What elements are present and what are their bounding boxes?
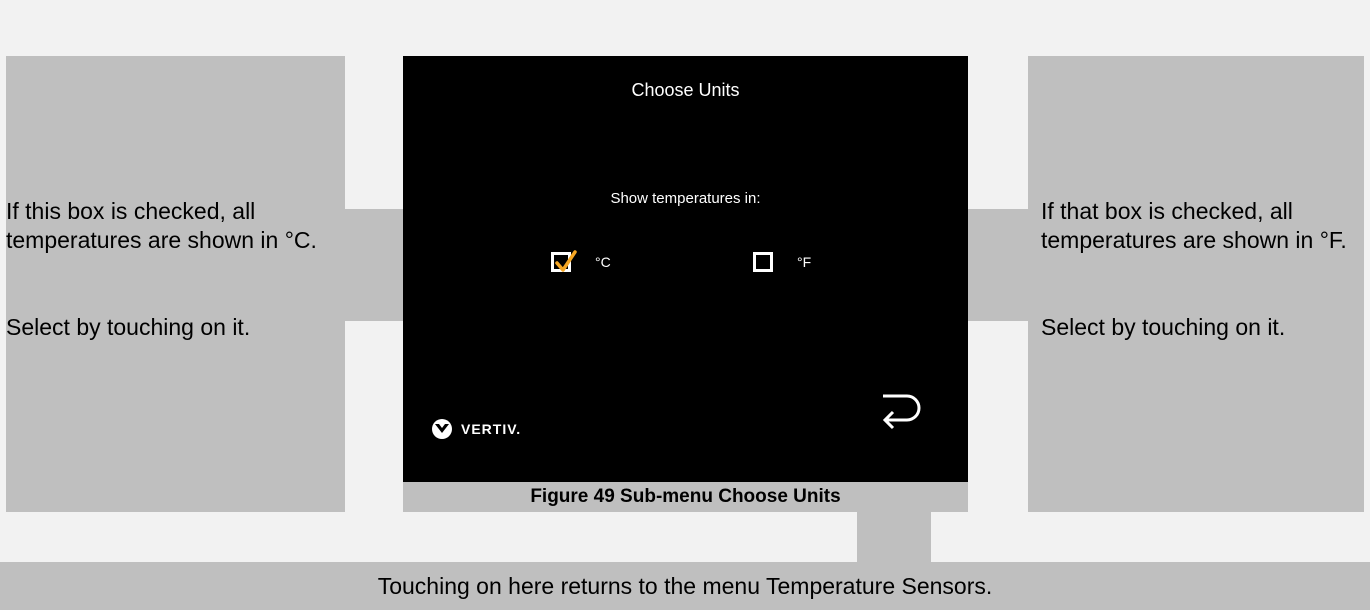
right-connector xyxy=(968,209,1028,321)
device-screen: Choose Units Show temperatures in: °C °F… xyxy=(403,56,968,482)
left-connector xyxy=(345,209,403,321)
celsius-option[interactable]: °C xyxy=(551,247,611,277)
bottom-connector xyxy=(857,512,931,562)
vertiv-mark-icon xyxy=(432,419,452,439)
right-callout: If that box is checked, all temperatures… xyxy=(1028,56,1364,512)
right-callout-instruction: Select by touching on it. xyxy=(1041,314,1286,340)
fahrenheit-checkbox[interactable] xyxy=(753,252,773,272)
figure-caption: Figure 49 Sub-menu Choose Units xyxy=(403,482,968,512)
back-button[interactable] xyxy=(877,392,927,436)
left-callout-instruction: Select by touching on it. xyxy=(6,314,251,340)
bottom-callout: Touching on here returns to the menu Tem… xyxy=(0,562,1370,610)
brand-name: VERTIV. xyxy=(461,421,522,437)
right-callout-description: If that box is checked, all temperatures… xyxy=(1041,198,1347,253)
left-callout-description: If this box is checked, all temperatures… xyxy=(6,198,317,253)
fahrenheit-label: °F xyxy=(797,254,812,270)
screen-title: Choose Units xyxy=(631,80,740,100)
left-callout: If this box is checked, all temperatures… xyxy=(6,56,345,512)
return-arrow-icon xyxy=(882,394,921,430)
unit-prompt: Show temperatures in: xyxy=(610,190,761,207)
checkmark-icon xyxy=(555,250,577,272)
celsius-checkbox[interactable] xyxy=(551,250,577,272)
fahrenheit-option[interactable]: °F xyxy=(753,247,811,277)
celsius-label: °C xyxy=(595,254,611,270)
vertiv-logo: VERTIV. xyxy=(431,419,521,439)
